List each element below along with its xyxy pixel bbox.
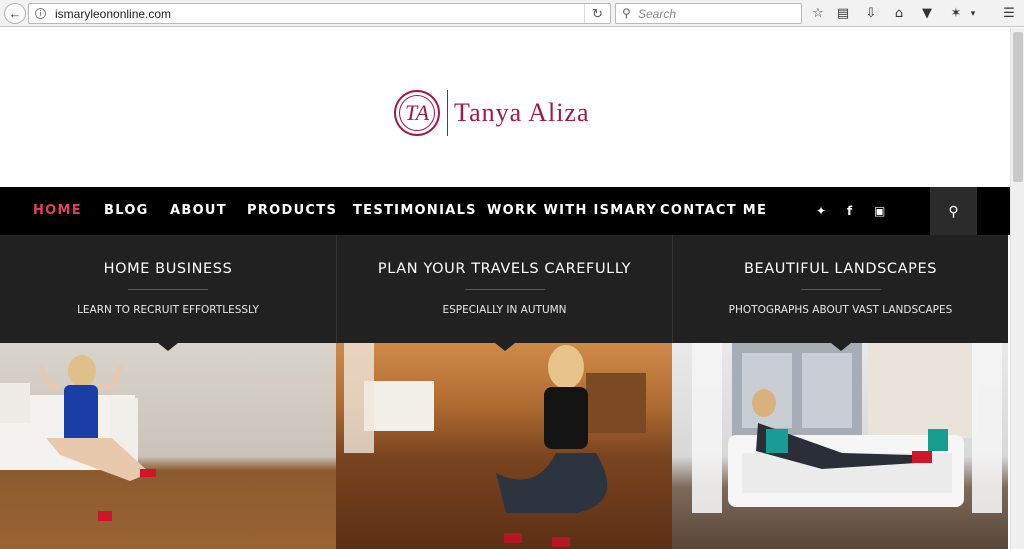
panel-pointer [494, 343, 515, 351]
site-search-button[interactable]: ⚲ [930, 187, 977, 235]
feature-photo-beautiful-landscapes[interactable] [672, 343, 1008, 549]
page-content: TA Tanya Aliza HOME BLOG ABOUT PRODUCTS … [0, 28, 1010, 549]
menu-icon[interactable]: ☰ [998, 3, 1020, 24]
feature-divider [800, 289, 881, 290]
twitter-icon[interactable]: ✦ [816, 204, 826, 218]
feature-title: BEAUTIFUL LANDSCAPES [743, 261, 938, 277]
nav-work-with-ismary[interactable]: WORK WITH ISMARY [487, 203, 657, 218]
reload-icon[interactable]: ↻ [584, 4, 610, 23]
nav-blog[interactable]: BLOG [104, 203, 149, 218]
feature-subtitle: LEARN TO RECRUIT EFFORTLESSLY [77, 304, 259, 316]
feature-title: PLAN YOUR TRAVELS CAREFULLY [377, 261, 632, 277]
site-logo[interactable]: TA Tanya Aliza [394, 88, 590, 138]
nav-home[interactable]: HOME [33, 203, 82, 218]
bookmark-star-icon[interactable]: ☆ [807, 3, 829, 24]
download-icon[interactable]: ⇩ [860, 3, 882, 24]
scrollbar[interactable] [1010, 28, 1024, 549]
feature-divider [128, 289, 208, 290]
photo-illustration [0, 355, 156, 521]
feature-title: HOME BUSINESS [103, 261, 233, 277]
nav-about[interactable]: ABOUT [170, 203, 227, 218]
nav-contact-me[interactable]: CONTACT ME [660, 203, 767, 218]
info-icon[interactable]: i [35, 8, 46, 19]
feature-subtitle: ESPECIALLY IN AUTUMN [442, 304, 567, 316]
feature-photo-plan-travels[interactable] [336, 343, 672, 549]
feature-photo-home-business[interactable] [0, 343, 336, 549]
nav-testimonials[interactable]: TESTIMONIALS [353, 203, 477, 218]
main-navigation: HOME BLOG ABOUT PRODUCTS TESTIMONIALS WO… [0, 187, 1010, 235]
url-text: ismaryleononline.com [55, 7, 172, 21]
extension-icon[interactable]: ✶ [945, 3, 967, 24]
panel-pointer [830, 343, 851, 351]
logo-text: Tanya Aliza [454, 98, 590, 127]
photo-illustration [344, 343, 646, 547]
logo-divider [447, 90, 448, 136]
search-icon: ⚲ [622, 6, 631, 20]
facebook-icon[interactable]: f [847, 204, 852, 218]
back-button[interactable]: ← [4, 3, 26, 24]
panel-pointer [158, 343, 178, 351]
feature-subtitle: PHOTOGRAPHS ABOUT VAST LANDSCAPES [728, 304, 953, 316]
scrollbar-thumb[interactable] [1013, 32, 1023, 182]
pocket-icon[interactable]: ▼ [916, 3, 938, 24]
reading-list-icon[interactable]: ▤ [832, 3, 854, 24]
photo-illustration [692, 343, 1002, 513]
address-bar[interactable]: i ismaryleononline.com ↻ [28, 3, 611, 24]
extension-dropdown-icon[interactable]: ▾ [966, 3, 980, 24]
search-icon: ⚲ [948, 202, 959, 219]
feature-panel-plan-travels[interactable]: PLAN YOUR TRAVELS CAREFULLY ESPECIALLY I… [336, 235, 672, 351]
feature-panel-beautiful-landscapes[interactable]: BEAUTIFUL LANDSCAPES PHOTOGRAPHS ABOUT V… [672, 235, 1008, 351]
browser-toolbar: ← i ismaryleononline.com ↻ ⚲ Search ☆ ▤ … [0, 0, 1024, 27]
browser-search-input[interactable]: ⚲ Search [615, 3, 802, 24]
nav-products[interactable]: PRODUCTS [247, 203, 337, 218]
home-icon[interactable]: ⌂ [888, 3, 910, 24]
logo-monogram: TA [394, 90, 440, 136]
feature-divider [464, 289, 545, 290]
instagram-icon[interactable]: ▣ [874, 204, 885, 218]
feature-panel-home-business[interactable]: HOME BUSINESS LEARN TO RECRUIT EFFORTLES… [0, 235, 336, 351]
search-placeholder: Search [638, 7, 677, 21]
